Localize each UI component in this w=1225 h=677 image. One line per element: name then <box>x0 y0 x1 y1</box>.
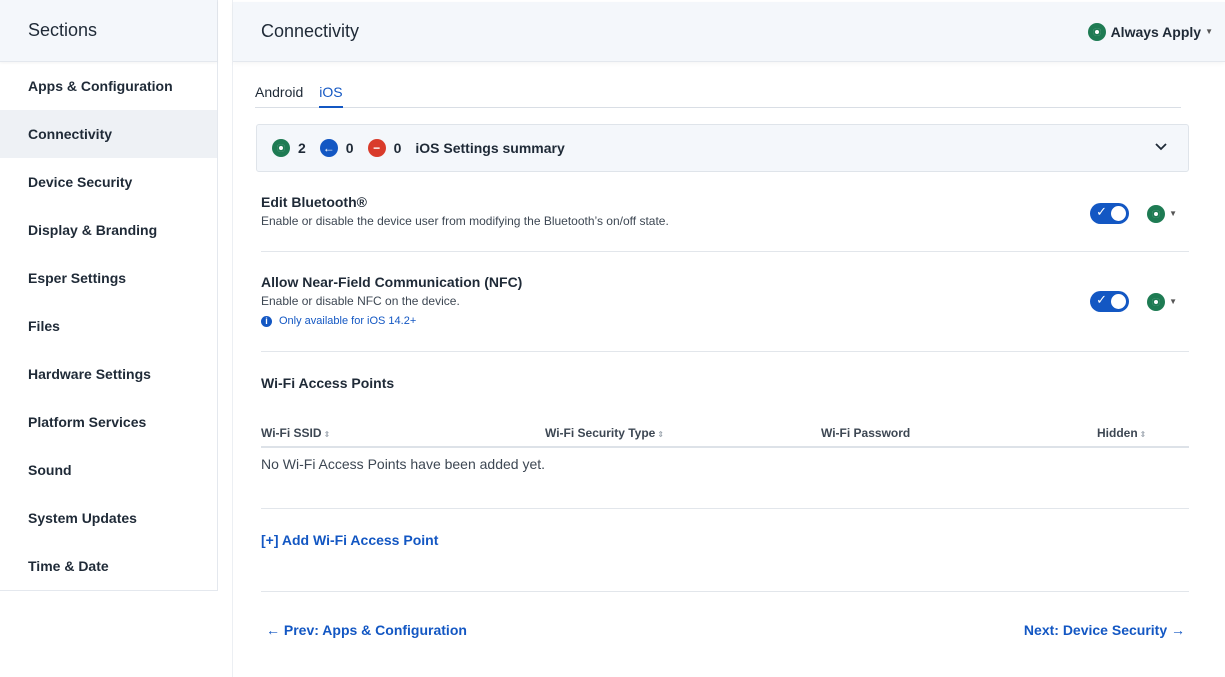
toggle-knob <box>1111 206 1127 221</box>
sort-icon: ⇕ <box>1139 430 1147 439</box>
nfc-toggle[interactable]: ✓ <box>1090 291 1130 312</box>
prev-section-label: Prev: Apps & Configuration <box>283 622 467 638</box>
platform-tabs: Android iOS <box>255 78 1181 108</box>
add-wifi-access-point-link[interactable]: [+] Add Wi-Fi Access Point <box>261 532 438 548</box>
sidebar-item-files[interactable]: Files <box>0 302 217 350</box>
column-header-label: Wi-Fi Security Type <box>545 426 656 440</box>
column-header-security-type[interactable]: Wi-Fi Security Type ⇕ <box>545 426 664 440</box>
applied-status-icon <box>272 139 290 157</box>
next-section-link[interactable]: Next: Device Security → <box>1024 622 1185 638</box>
always-apply-dropdown[interactable]: Always Apply ▼ <box>1087 22 1213 41</box>
applied-status-icon <box>1147 204 1166 223</box>
setting-controls: ✓ ▼ <box>1090 291 1177 312</box>
setting-allow-nfc: Allow Near-Field Communication (NFC) Ena… <box>261 274 1189 327</box>
setting-description: Enable or disable NFC on the device. <box>261 294 460 308</box>
sidebar-item-platform-services[interactable]: Platform Services <box>0 398 217 446</box>
divider <box>261 591 1189 592</box>
arrow-right-icon: → <box>1171 622 1185 638</box>
sidebar-item-system-updates[interactable]: System Updates <box>0 494 217 542</box>
setting-title: Edit Bluetooth® <box>261 194 367 210</box>
setting-title: Allow Near-Field Communication (NFC) <box>261 274 523 290</box>
wifi-empty-message: No Wi-Fi Access Points have been added y… <box>261 456 546 472</box>
sidebar-item-hardware-settings[interactable]: Hardware Settings <box>0 350 217 398</box>
setting-edit-bluetooth: Edit Bluetooth® Enable or disable the de… <box>261 194 1189 228</box>
sidebar-item-sound[interactable]: Sound <box>0 446 217 494</box>
caret-down-icon: ▼ <box>1169 297 1177 306</box>
always-apply-label: Always Apply <box>1110 23 1202 40</box>
summary-title: iOS Settings summary <box>415 140 565 156</box>
ios-version-note-text: Only available for iOS 14.2+ <box>279 315 417 327</box>
next-section-label: Next: Device Security <box>1023 622 1168 638</box>
caret-down-icon: ▼ <box>1205 27 1213 36</box>
info-icon: i <box>261 315 272 327</box>
sidebar-item-time-date[interactable]: Time & Date <box>0 542 217 590</box>
applied-status-icon <box>1087 22 1106 41</box>
sort-icon: ⇕ <box>657 430 665 439</box>
setting-description: Enable or disable the device user from m… <box>261 214 669 228</box>
check-icon: ✓ <box>1096 292 1107 307</box>
sections-sidebar: Sections Apps & Configuration Connectivi… <box>0 0 218 591</box>
minus-icon: − <box>367 139 386 157</box>
sidebar-item-device-security[interactable]: Device Security <box>0 158 217 206</box>
sidebar-item-esper-settings[interactable]: Esper Settings <box>0 254 217 302</box>
column-header-label: Wi-Fi Password <box>821 426 911 440</box>
column-header-label: Wi-Fi SSID <box>261 426 322 440</box>
column-header-ssid[interactable]: Wi-Fi SSID ⇕ <box>261 426 330 440</box>
wifi-table-header: Wi-Fi SSID ⇕ Wi-Fi Security Type ⇕ Wi-Fi P… <box>261 426 1189 448</box>
prev-section-link[interactable]: ← Prev: Apps & Configuration <box>266 622 467 638</box>
sidebar-item-apps-configuration[interactable]: Apps & Configuration <box>0 62 217 110</box>
column-header-hidden[interactable]: Hidden ⇕ <box>1097 426 1146 440</box>
ios-version-note: i Only available for iOS 14.2+ <box>261 315 1189 327</box>
applied-status-icon <box>1147 292 1166 311</box>
main-panel: Connectivity Always Apply ▼ Android iOS … <box>233 0 1225 677</box>
divider <box>261 251 1189 252</box>
caret-down-icon: ▼ <box>1169 209 1177 218</box>
divider <box>261 508 1189 509</box>
check-icon: ✓ <box>1096 204 1107 219</box>
column-header-password: Wi-Fi Password <box>821 426 910 440</box>
bluetooth-apply-dropdown[interactable]: ▼ <box>1147 204 1177 223</box>
arrow-left-icon: ← <box>319 139 338 157</box>
tab-android[interactable]: Android <box>255 78 303 108</box>
page-title: Connectivity <box>261 21 360 41</box>
tab-ios[interactable]: iOS <box>319 78 343 108</box>
toggle-knob <box>1111 294 1127 309</box>
chevron-down-icon[interactable] <box>1154 140 1168 154</box>
sort-icon: ⇕ <box>323 430 331 439</box>
arrow-left-icon: ← <box>266 622 280 638</box>
sidebar-list: Apps & Configuration Connectivity Device… <box>0 62 217 590</box>
main-header: Connectivity Always Apply ▼ <box>233 2 1225 62</box>
sidebar-item-display-branding[interactable]: Display & Branding <box>0 206 217 254</box>
sidebar-item-connectivity[interactable]: Connectivity <box>0 110 217 158</box>
setting-controls: ✓ ▼ <box>1090 203 1177 224</box>
inherited-count: 0 <box>345 140 354 156</box>
blocked-count: 0 <box>393 140 402 156</box>
wifi-section-title: Wi-Fi Access Points <box>261 375 395 391</box>
bluetooth-toggle[interactable]: ✓ <box>1090 203 1130 224</box>
divider <box>261 351 1189 352</box>
applied-count: 2 <box>298 140 306 156</box>
column-header-label: Hidden <box>1097 426 1138 440</box>
sidebar-title: Sections <box>0 0 217 62</box>
nfc-apply-dropdown[interactable]: ▼ <box>1147 292 1177 311</box>
settings-summary-accordion[interactable]: 2 ← 0 − 0 iOS Settings summary <box>256 124 1189 172</box>
